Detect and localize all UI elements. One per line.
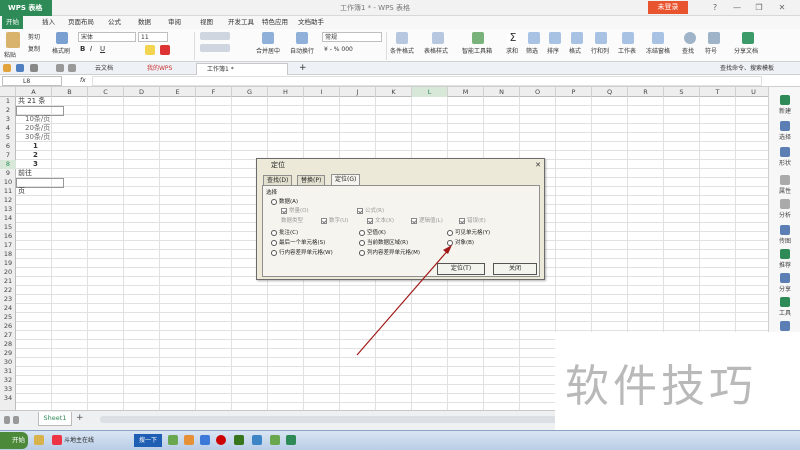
annotation-arrow xyxy=(356,245,452,356)
